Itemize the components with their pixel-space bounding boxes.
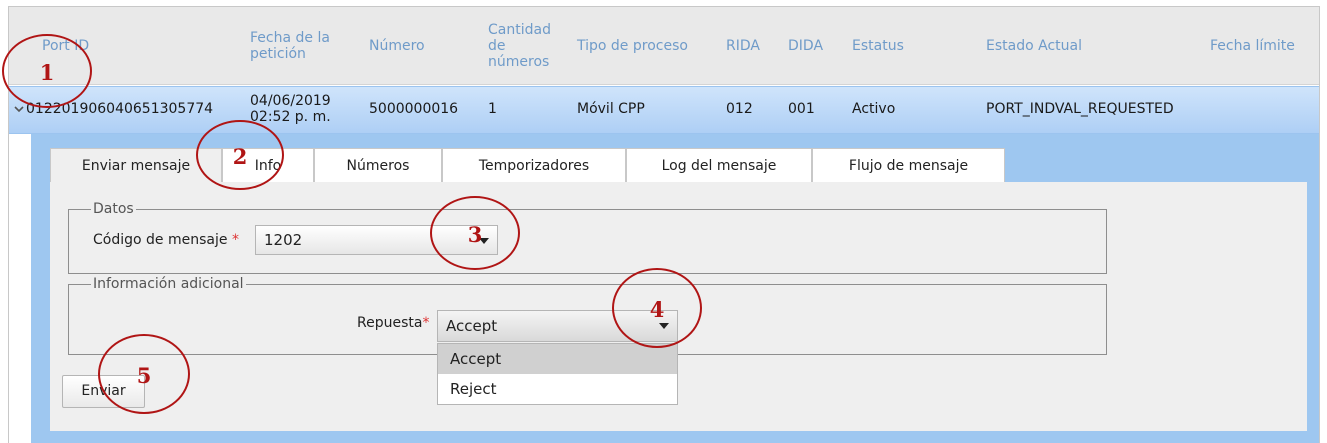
tab-numeros[interactable]: Números	[314, 148, 442, 182]
codigo-mensaje-value: 1202	[264, 231, 303, 249]
annotation-marker-3: 3	[430, 196, 520, 270]
respuesta-dropdown-list: Accept Reject	[437, 343, 678, 405]
cell-estado-actual: PORT_INDVAL_REQUESTED	[986, 101, 1174, 117]
cell-cantidad: 1	[488, 101, 497, 117]
cell-estatus: Activo	[852, 101, 896, 117]
header-dida[interactable]: DIDA	[788, 38, 823, 54]
codigo-mensaje-label: Código de mensaje *	[93, 232, 239, 248]
annotation-marker-1: 1	[2, 34, 92, 108]
datos-legend: Datos	[93, 201, 134, 217]
cell-fecha-line1: 04/06/2019	[250, 93, 331, 109]
header-fecha-limite[interactable]: Fecha límite	[1210, 38, 1295, 54]
header-fecha-line2: petición	[250, 46, 306, 62]
required-mark: *	[231, 232, 239, 248]
header-numero[interactable]: Número	[369, 38, 425, 54]
cell-dida: 001	[788, 101, 815, 117]
annotation-marker-4: 4	[612, 268, 702, 348]
respuesta-label: Repuesta*	[357, 315, 429, 331]
annotation-marker-2: 2	[196, 120, 284, 190]
codigo-mensaje-label-text: Código de mensaje	[93, 232, 228, 248]
header-estado-actual[interactable]: Estado Actual	[986, 38, 1082, 54]
header-cantidad-line3: números	[488, 54, 550, 70]
cell-fecha-line2: 02:52 p. m.	[250, 109, 331, 125]
required-mark: *	[422, 315, 430, 331]
tab-flujo-mensaje[interactable]: Flujo de mensaje	[812, 148, 1005, 182]
option-accept[interactable]: Accept	[438, 344, 677, 374]
header-fecha-peticion[interactable]: Fecha de la petición	[250, 30, 330, 62]
header-cantidad[interactable]: Cantidad de números	[488, 22, 551, 70]
annotation-marker-5: 5	[98, 334, 190, 414]
respuesta-label-text: Repuesta	[357, 315, 423, 331]
header-rida[interactable]: RIDA	[726, 38, 760, 54]
option-reject[interactable]: Reject	[438, 374, 677, 404]
cell-numero: 5000000016	[369, 101, 459, 117]
header-fecha-line1: Fecha de la	[250, 30, 330, 46]
header-tipo-proceso[interactable]: Tipo de proceso	[577, 38, 688, 54]
tab-log-mensaje[interactable]: Log del mensaje	[626, 148, 812, 182]
informacion-adicional-legend: Información adicional	[93, 276, 244, 292]
cell-tipo-proceso: Móvil CPP	[577, 101, 645, 117]
cell-fecha-peticion: 04/06/2019 02:52 p. m.	[250, 93, 331, 125]
chevron-down-icon[interactable]	[13, 103, 27, 117]
header-cantidad-line1: Cantidad	[488, 22, 551, 38]
header-estatus[interactable]: Estatus	[852, 38, 904, 54]
header-cantidad-line2: de	[488, 38, 506, 54]
tab-temporizadores[interactable]: Temporizadores	[442, 148, 626, 182]
respuesta-value: Accept	[446, 317, 498, 335]
cell-rida: 012	[726, 101, 753, 117]
